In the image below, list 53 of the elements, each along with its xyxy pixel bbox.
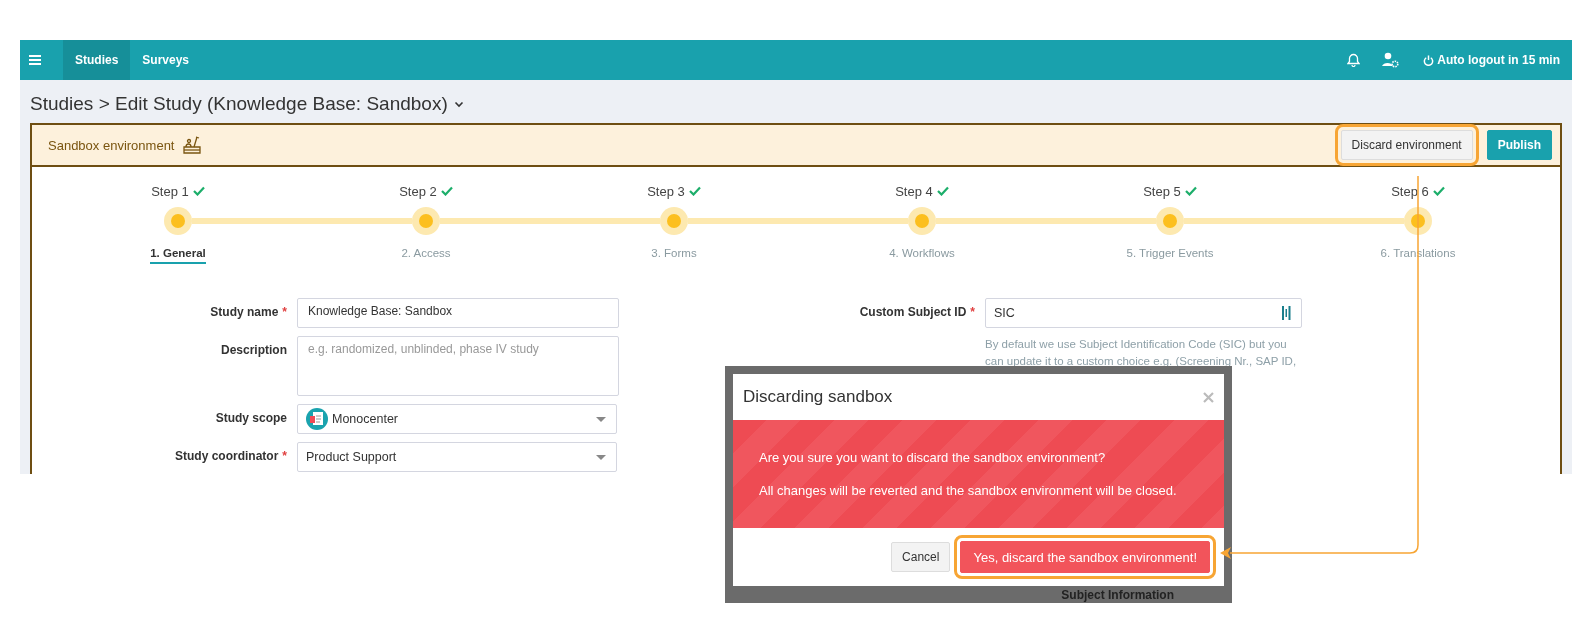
document-icon xyxy=(306,408,328,430)
close-icon[interactable] xyxy=(1203,391,1214,403)
publish-button[interactable]: Publish xyxy=(1486,130,1552,160)
warning-text: Are you sure you want to discard the sandbox environment? xyxy=(759,450,1107,465)
dropdown-arrow-icon xyxy=(596,416,606,422)
discard-button[interactable]: Discard environment xyxy=(1340,130,1473,160)
field-label: Study name * xyxy=(209,304,288,319)
step-dot[interactable] xyxy=(1156,207,1184,235)
step-tab[interactable]: 4. Workflows xyxy=(889,245,955,264)
text-field[interactable]: Knowledge Base: Sandbox xyxy=(297,298,619,328)
cancel-button[interactable]: Cancel xyxy=(891,542,951,572)
confirm-button[interactable]: Yes, discard the sandbox environment! xyxy=(960,541,1210,573)
step-title: Step 5 xyxy=(1143,183,1181,199)
textarea-field[interactable]: e.g. randomized, unblinded, phase IV study xyxy=(297,336,619,396)
sandbox-icon xyxy=(182,135,203,155)
step-tab[interactable]: 3. Forms xyxy=(651,245,697,264)
field-label: Custom Subject ID * xyxy=(858,304,976,319)
select-field[interactable]: Monocenter xyxy=(297,404,617,434)
required-mark: * xyxy=(970,305,975,319)
step-title: Step 4 xyxy=(895,183,933,199)
field-label: Study coordinator * xyxy=(174,448,288,463)
user-settings-icon[interactable] xyxy=(1382,52,1400,68)
bell-icon[interactable] xyxy=(1347,53,1361,67)
required-mark: * xyxy=(282,449,287,463)
dialog-title: Discarding sandbox xyxy=(743,387,893,407)
step-title: Step 2 xyxy=(399,183,437,199)
step-dot[interactable] xyxy=(164,207,192,235)
step-tab[interactable]: 5. Trigger Events xyxy=(1126,245,1214,264)
step-tab[interactable]: 1. General xyxy=(150,245,206,264)
step-dot[interactable] xyxy=(1404,207,1432,235)
section-heading: Subject Information xyxy=(1060,587,1175,603)
power-icon xyxy=(1423,54,1435,66)
step-dot[interactable] xyxy=(660,207,688,235)
warning-text: All changes will be reverted and the sandbox environment will be closed. xyxy=(759,483,1178,498)
sandbox-label: Sandbox environment xyxy=(48,137,175,153)
field-label: Study scope xyxy=(214,410,288,425)
menu-icon[interactable] xyxy=(29,55,41,65)
caret-down-icon[interactable] xyxy=(453,100,464,108)
auto-logout-text: Auto logout in 15 min xyxy=(1437,53,1560,67)
text-field[interactable]: SIC xyxy=(985,298,1302,328)
required-mark: * xyxy=(282,305,287,319)
step-dot[interactable] xyxy=(908,207,936,235)
step-title: Step 3 xyxy=(647,183,685,199)
dropdown-arrow-icon xyxy=(596,454,606,460)
step-tab[interactable]: 2. Access xyxy=(401,245,451,264)
step-title: Step 1 xyxy=(151,183,189,199)
nav-tab[interactable]: Studies xyxy=(63,40,131,80)
breadcrumb: Studies > Edit Study (Knowledge Base: Sandbox) xyxy=(30,93,448,115)
step-dot[interactable] xyxy=(412,207,440,235)
select-field[interactable]: Product Support xyxy=(297,442,617,472)
nav-tab[interactable]: Surveys xyxy=(130,40,202,80)
barcode-icon xyxy=(1282,306,1291,320)
field-label: Description xyxy=(220,342,288,357)
